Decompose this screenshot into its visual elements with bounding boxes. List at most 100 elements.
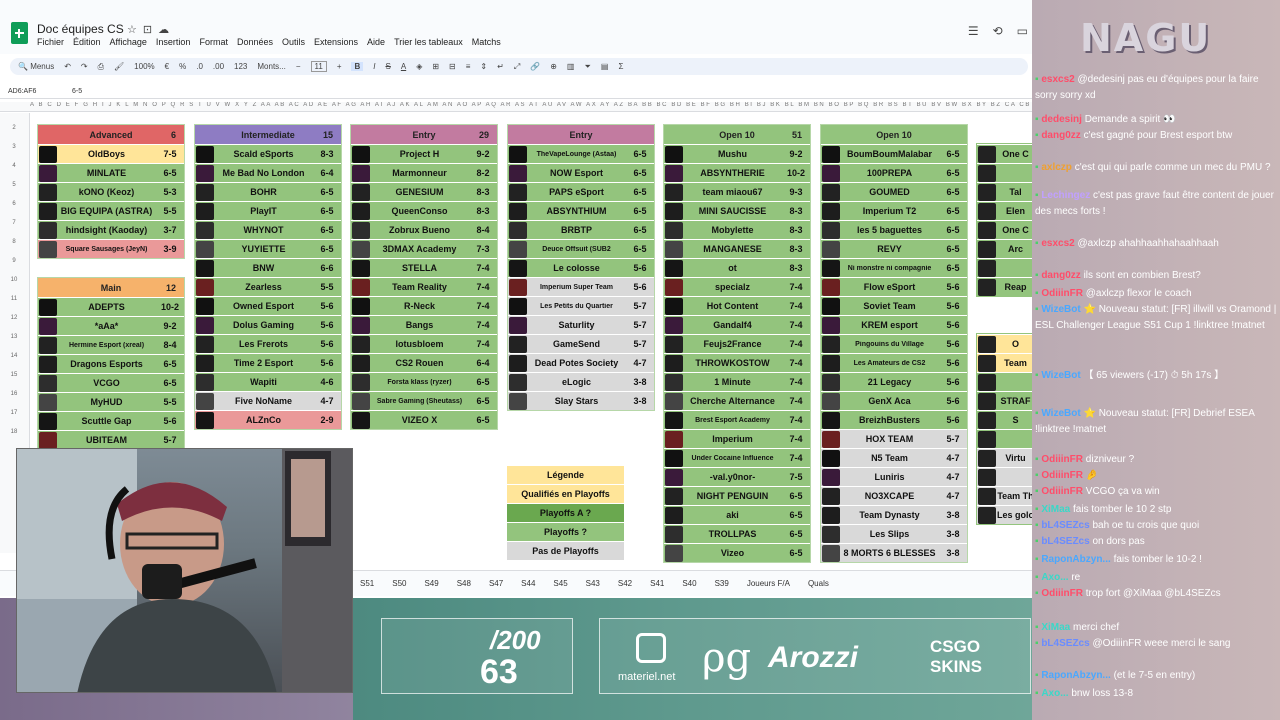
rotate-icon[interactable]: ⤢ xyxy=(514,62,520,72)
team-name[interactable]: Marmonneur xyxy=(370,168,469,178)
team-name[interactable]: ADEPTS xyxy=(57,302,156,312)
team-row[interactable]: R-Neck 7-4 xyxy=(351,296,497,315)
team-score[interactable]: 6-5 xyxy=(626,206,654,216)
team-score[interactable]: 4-7 xyxy=(939,491,967,501)
team-row[interactable]: 3DMAX Academy 7-3 xyxy=(351,239,497,258)
team-score[interactable]: 7-4 xyxy=(469,282,497,292)
team-name[interactable]: QueenConso xyxy=(370,206,469,216)
team-name[interactable]: MyHUD xyxy=(57,397,156,407)
row-number[interactable]: 15 xyxy=(0,372,28,378)
team-name[interactable]: GOUMED xyxy=(840,187,939,197)
team-name[interactable]: Scald eSports xyxy=(214,149,313,159)
team-row[interactable]: ABSYNTHIUM 6-5 xyxy=(508,201,654,220)
team-row[interactable]: Pingouins du Village 5-6 xyxy=(821,334,967,353)
team-score[interactable]: 6-4 xyxy=(469,358,497,368)
team-score[interactable]: 6-5 xyxy=(469,396,497,406)
team-row[interactable]: Imperium T2 6-5 xyxy=(821,201,967,220)
team-name[interactable]: -val.y0nor- xyxy=(683,472,782,482)
team-score[interactable]: 10-2 xyxy=(782,168,810,178)
team-name[interactable]: Team xyxy=(996,358,1032,368)
sheet-tab[interactable]: S42 xyxy=(618,579,632,588)
row-number[interactable]: 4 xyxy=(0,163,28,169)
team-score[interactable]: 7-4 xyxy=(782,282,810,292)
team-name[interactable]: Square Sausages (JeyN) xyxy=(57,246,156,253)
team-name[interactable]: BNW xyxy=(214,263,313,273)
team-name[interactable]: Saturlity xyxy=(527,320,626,330)
chat-username[interactable]: XiMaa xyxy=(1041,622,1070,633)
team-name[interactable]: 8 MORTS 6 BLESSES xyxy=(840,548,939,558)
menu-item[interactable]: Édition xyxy=(73,37,101,47)
team-score[interactable]: 5-7 xyxy=(939,434,967,444)
team-score[interactable]: 8-3 xyxy=(782,206,810,216)
team-row[interactable]: Team Th xyxy=(977,486,1032,505)
team-row[interactable]: QueenConso 8-3 xyxy=(351,201,497,220)
increase-decimal-button[interactable]: .00 xyxy=(213,62,224,71)
team-name[interactable]: Forsta klass (ryzer) xyxy=(370,379,469,386)
chat-username[interactable]: dang0zz xyxy=(1041,130,1080,141)
team-score[interactable]: 6-5 xyxy=(313,225,341,235)
team-row[interactable]: STRAF xyxy=(977,391,1032,410)
team-row[interactable]: Bangs 7-4 xyxy=(351,315,497,334)
team-row[interactable]: OldBoys 7-5 xyxy=(38,144,184,163)
team-name[interactable]: 1 Minute xyxy=(683,377,782,387)
row-number[interactable]: 5 xyxy=(0,182,28,188)
team-name[interactable]: Gandalf4 xyxy=(683,320,782,330)
team-name[interactable]: les 5 baguettes xyxy=(840,225,939,235)
team-name[interactable]: Ni monstre ni compagnie xyxy=(840,265,939,272)
team-name[interactable]: NO3XCAPE xyxy=(840,491,939,501)
team-score[interactable]: 3-8 xyxy=(939,529,967,539)
move-icon[interactable]: ⊡ xyxy=(143,24,158,36)
team-row[interactable] xyxy=(977,163,1032,182)
team-score[interactable]: 5-6 xyxy=(939,396,967,406)
team-name[interactable]: Le colosse xyxy=(527,263,626,273)
font-size-increase[interactable]: + xyxy=(337,62,342,71)
team-score[interactable]: 8-3 xyxy=(782,244,810,254)
team-row[interactable]: les 5 baguettes 6-5 xyxy=(821,220,967,239)
team-name[interactable]: Team Th xyxy=(996,491,1032,501)
team-name[interactable]: *aAa* xyxy=(57,321,156,331)
doc-title[interactable]: Doc équipes CS xyxy=(37,22,124,36)
team-score[interactable]: 4-7 xyxy=(313,396,341,406)
chat-username[interactable]: XiMaa xyxy=(1041,504,1070,515)
team-score[interactable]: 6-5 xyxy=(782,548,810,558)
team-name[interactable]: GameSend xyxy=(527,339,626,349)
team-name[interactable]: HOX TEAM xyxy=(840,434,939,444)
team-name[interactable]: ot xyxy=(683,263,782,273)
row-number[interactable]: 18 xyxy=(0,429,28,435)
team-score[interactable]: 5-5 xyxy=(313,282,341,292)
sheets-logo-icon[interactable] xyxy=(11,22,28,44)
team-row[interactable]: Les Amateurs de CS2 5-6 xyxy=(821,353,967,372)
chat-username[interactable]: WizeBot xyxy=(1041,370,1080,381)
team-score[interactable]: 5-6 xyxy=(939,339,967,349)
team-name[interactable]: BoumBoumMalabar xyxy=(840,149,939,159)
team-row[interactable]: Flow eSport 5-6 xyxy=(821,277,967,296)
team-row[interactable]: BreizhBusters 5-6 xyxy=(821,410,967,429)
chat-username[interactable]: OdiiinFR xyxy=(1041,470,1083,481)
team-name[interactable]: Me Bad No London xyxy=(214,168,313,178)
team-row[interactable]: Project H 9-2 xyxy=(351,144,497,163)
team-row[interactable]: Team Reality 7-4 xyxy=(351,277,497,296)
team-score[interactable]: 6-5 xyxy=(313,244,341,254)
fill-color-icon[interactable]: ◈ xyxy=(416,62,422,71)
comment-icon[interactable]: ⊕ xyxy=(550,62,557,71)
team-row[interactable]: VIZEO X 6-5 xyxy=(351,410,497,429)
team-name[interactable]: Imperium xyxy=(683,434,782,444)
team-name[interactable]: UBITEAM xyxy=(57,435,156,445)
team-name[interactable]: Team Dynasty xyxy=(840,510,939,520)
row-number[interactable]: 8 xyxy=(0,239,28,245)
team-row[interactable]: aki 6-5 xyxy=(664,505,810,524)
team-score[interactable]: 6-5 xyxy=(313,187,341,197)
team-score[interactable]: 6-5 xyxy=(156,359,184,369)
team-row[interactable]: MyHUD 5-5 xyxy=(38,392,184,411)
team-score[interactable]: 7-4 xyxy=(469,320,497,330)
percent-button[interactable]: % xyxy=(179,62,186,71)
team-name[interactable]: WHYNOT xyxy=(214,225,313,235)
team-row[interactable]: Saturlity 5-7 xyxy=(508,315,654,334)
team-score[interactable]: 5-7 xyxy=(626,339,654,349)
team-name[interactable]: eLogic xyxy=(527,377,626,387)
team-score[interactable]: 9-2 xyxy=(782,149,810,159)
team-score[interactable]: 5-6 xyxy=(939,377,967,387)
chat-username[interactable]: axlczp xyxy=(1041,162,1072,173)
team-row[interactable]: MINI SAUCISSE 8-3 xyxy=(664,201,810,220)
font-select[interactable]: Monts... xyxy=(257,62,285,71)
